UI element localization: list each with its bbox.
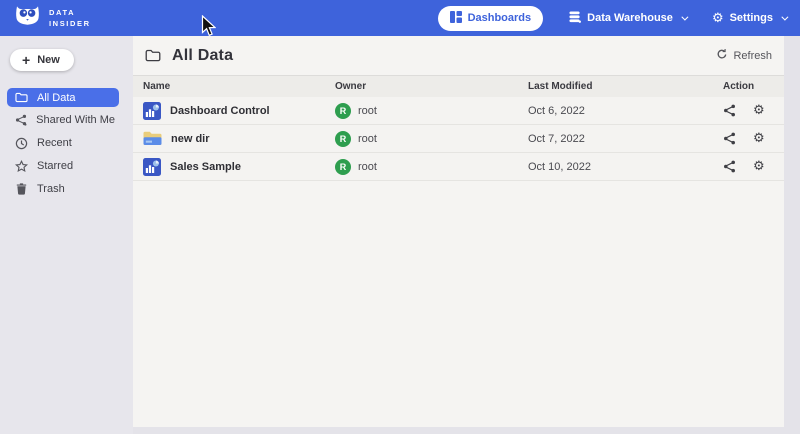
share-button[interactable]: [723, 104, 736, 117]
file-name: Sales Sample: [170, 161, 241, 173]
sidebar-item-label: Shared With Me: [36, 114, 115, 126]
sidebar-item-starred[interactable]: Starred: [7, 156, 119, 176]
trash-icon: [14, 183, 28, 195]
brand-text: DATA INSIDER: [49, 7, 91, 30]
share-icon: [14, 114, 27, 126]
owner-name: root: [358, 105, 377, 117]
refresh-button[interactable]: Refresh: [716, 48, 772, 63]
new-button-label: New: [37, 54, 60, 66]
file-name: Dashboard Control: [170, 105, 270, 117]
dashboards-button[interactable]: Dashboards: [438, 6, 544, 31]
last-modified: Oct 6, 2022: [528, 105, 723, 117]
title-bar: All Data Refresh: [133, 36, 784, 76]
owl-logo-icon: [14, 5, 41, 31]
settings-menu[interactable]: ⚙ Settings: [712, 12, 786, 25]
sidebar-item-recent[interactable]: Recent: [7, 133, 119, 153]
table-body: Dashboard Control R root Oct 6, 2022 ⚙ n…: [133, 97, 784, 181]
page-title: All Data: [172, 47, 233, 65]
gear-icon: ⚙: [712, 12, 724, 25]
settings-gear-button[interactable]: ⚙: [753, 160, 765, 173]
database-icon: [569, 11, 581, 26]
owner-avatar: R: [335, 159, 351, 175]
settings-label: Settings: [730, 12, 773, 24]
sidebar-item-shared-with-me[interactable]: Shared With Me: [7, 110, 119, 130]
last-modified: Oct 7, 2022: [528, 133, 723, 145]
data-warehouse-menu[interactable]: Data Warehouse: [569, 11, 686, 26]
settings-gear-button[interactable]: ⚙: [753, 132, 765, 145]
star-icon: [14, 160, 28, 173]
settings-gear-button[interactable]: ⚙: [753, 104, 765, 117]
table-header: Name Owner Last Modified Action: [133, 76, 784, 97]
refresh-label: Refresh: [733, 50, 772, 62]
dashboard-icon: [143, 158, 161, 176]
plus-icon: +: [22, 55, 30, 65]
column-header-name: Name: [143, 81, 335, 92]
chevron-down-icon: [681, 13, 688, 20]
app-header: DATA INSIDER Dashboards: [0, 0, 800, 36]
column-header-owner: Owner: [335, 81, 528, 92]
file-name: new dir: [171, 133, 210, 145]
dashboard-icon: [450, 11, 462, 26]
top-nav: Dashboards Data Warehouse ⚙ Settings: [438, 6, 786, 31]
sidebar: + New All Data Shared With Me Recent Sta…: [0, 36, 133, 434]
dashboard-icon: [143, 102, 161, 120]
sidebar-item-all-data[interactable]: All Data: [7, 88, 119, 107]
sidebar-item-label: Recent: [37, 137, 72, 149]
sidebar-item-label: All Data: [37, 92, 76, 104]
table-row[interactable]: Sales Sample R root Oct 10, 2022 ⚙: [133, 153, 784, 181]
brand: DATA INSIDER: [14, 5, 91, 31]
folder-icon: [145, 49, 161, 62]
share-button[interactable]: [723, 132, 736, 145]
share-button[interactable]: [723, 160, 736, 173]
table-row[interactable]: Dashboard Control R root Oct 6, 2022 ⚙: [133, 97, 784, 125]
owner-avatar: R: [335, 131, 351, 147]
sidebar-item-label: Trash: [37, 183, 65, 195]
folder-file-icon: [143, 131, 162, 146]
column-header-action: Action: [723, 81, 784, 92]
owner-name: root: [358, 161, 377, 173]
table-row[interactable]: new dir R root Oct 7, 2022 ⚙: [133, 125, 784, 153]
owner-avatar: R: [335, 103, 351, 119]
refresh-icon: [716, 48, 728, 63]
owner-name: root: [358, 133, 377, 145]
chevron-down-icon: [781, 13, 788, 20]
new-button[interactable]: + New: [10, 49, 74, 71]
main-content: All Data Refresh Name Owner Last Modifie…: [133, 36, 784, 427]
folder-icon: [14, 92, 28, 103]
sidebar-item-trash[interactable]: Trash: [7, 179, 119, 199]
dashboards-label: Dashboards: [468, 12, 532, 24]
clock-icon: [14, 137, 28, 150]
last-modified: Oct 10, 2022: [528, 161, 723, 173]
data-warehouse-label: Data Warehouse: [587, 12, 673, 24]
sidebar-nav: All Data Shared With Me Recent Starred T…: [0, 88, 133, 199]
column-header-last-modified: Last Modified: [528, 81, 723, 92]
sidebar-item-label: Starred: [37, 160, 73, 172]
